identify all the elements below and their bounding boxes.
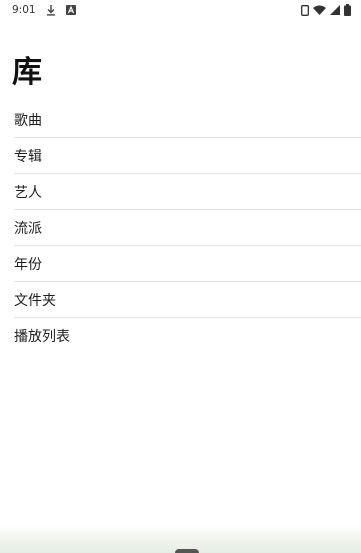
drag-handle[interactable] — [175, 549, 199, 553]
library-item-label: 歌曲 — [14, 113, 42, 129]
page-title: 库 — [12, 55, 42, 90]
download-icon — [46, 4, 56, 16]
a-badge-icon — [65, 5, 76, 15]
cellular-signal-icon — [330, 5, 340, 15]
library-item-folders[interactable]: 文件夹 — [0, 282, 361, 318]
screen: 9:01 库 歌曲 专辑 艺人 流派 年份 文件夹 播放列表 — [0, 0, 361, 553]
library-item-genres[interactable]: 流派 — [0, 210, 361, 246]
battery-icon — [344, 4, 351, 16]
library-item-label: 播放列表 — [14, 329, 70, 345]
library-item-label: 艺人 — [14, 185, 42, 201]
library-item-label: 年份 — [14, 257, 42, 273]
library-item-artists[interactable]: 艺人 — [0, 174, 361, 210]
status-left: 9:01 — [12, 4, 76, 16]
library-item-playlists[interactable]: 播放列表 — [0, 318, 361, 354]
library-item-label: 流派 — [14, 221, 42, 237]
library-item-songs[interactable]: 歌曲 — [0, 102, 361, 138]
library-item-years[interactable]: 年份 — [0, 246, 361, 282]
screen-rotate-icon — [301, 4, 309, 16]
library-item-albums[interactable]: 专辑 — [0, 138, 361, 174]
wifi-icon — [313, 5, 326, 15]
library-list: 歌曲 专辑 艺人 流派 年份 文件夹 播放列表 — [0, 102, 361, 354]
status-right — [301, 4, 351, 16]
now-playing-bar[interactable] — [0, 525, 361, 553]
status-bar: 9:01 — [0, 0, 361, 20]
library-item-label: 专辑 — [14, 149, 42, 165]
status-time: 9:01 — [12, 4, 36, 16]
library-item-label: 文件夹 — [14, 293, 56, 309]
